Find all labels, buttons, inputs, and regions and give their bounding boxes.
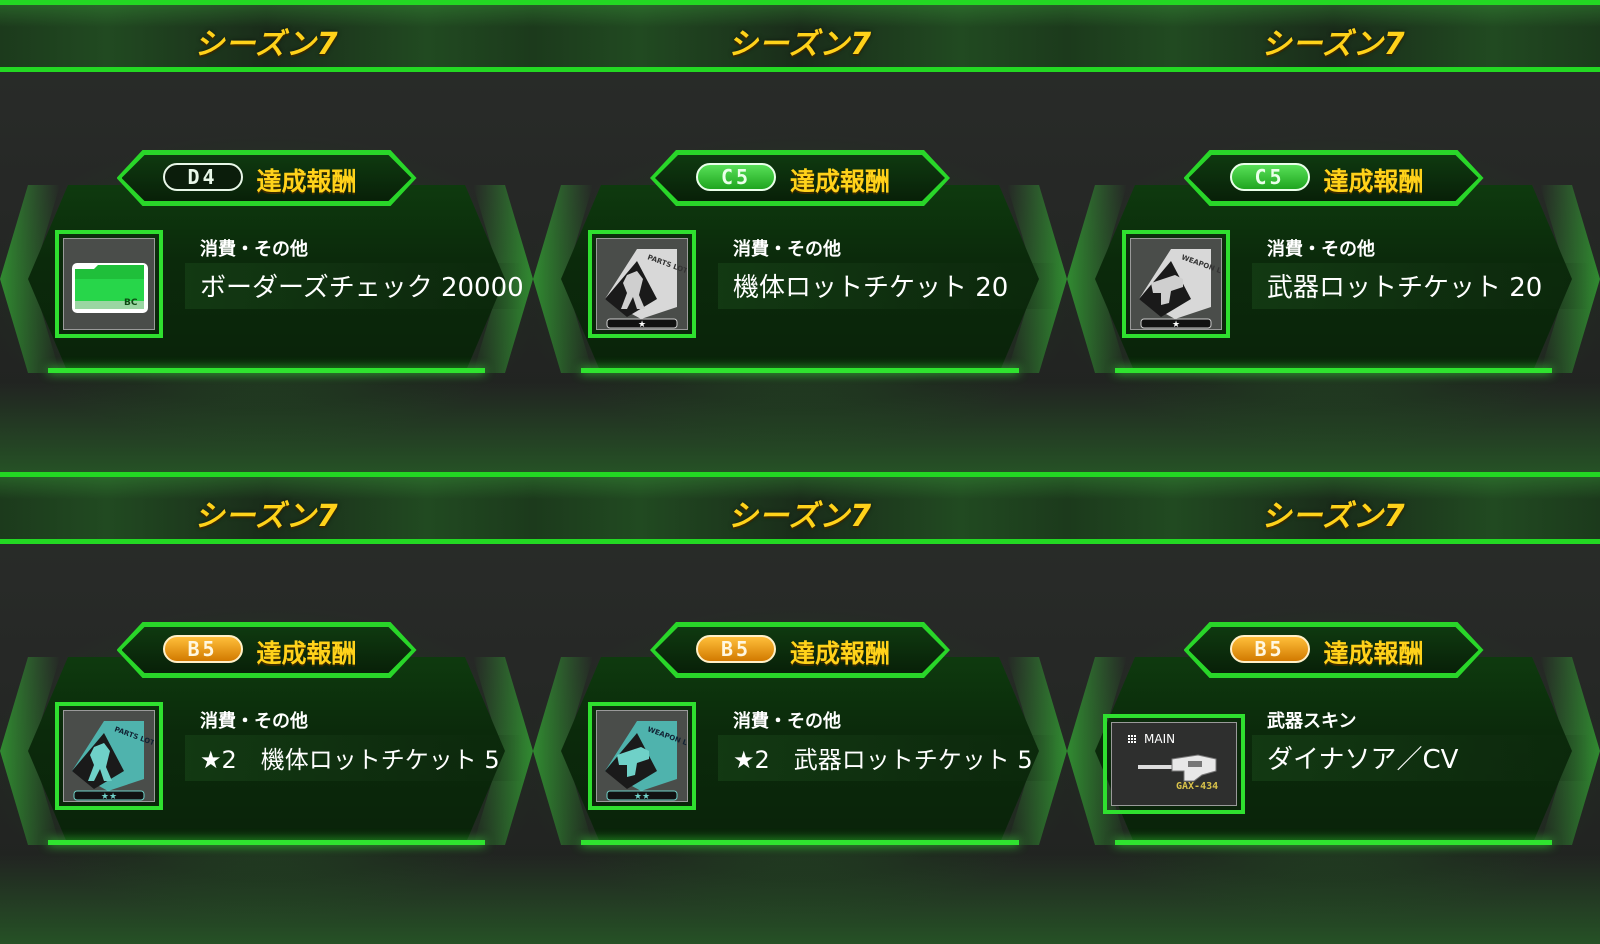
reward-frame: B5 達成報酬 PARTS LOTTO ★★ 消費・その他 ★2 機体ロットチケ…: [0, 622, 533, 852]
rank-badge: B5: [1229, 635, 1310, 663]
weapon-skin-icon[interactable]: MAIN GAX-434: [1103, 714, 1245, 814]
grid-icon: [1128, 735, 1136, 743]
rarity-stars: ★★: [101, 792, 117, 801]
rarity-stars: ★★: [634, 792, 650, 801]
reward-grid: シーズン7 D4 達成報酬 BC 消費・その他 ボーダーズチェック 20000 …: [0, 0, 1600, 944]
item-category: 消費・その他: [733, 711, 841, 732]
item-name: 武器ロットチケット 20: [1267, 273, 1543, 303]
achievement-badge: C5 達成報酬: [650, 150, 950, 206]
reward-frame: B5 達成報酬 WEAPON LOTTO ★★ 消費・その他 ★2 武器ロットチ…: [533, 622, 1067, 852]
achievement-label: 達成報酬: [1323, 167, 1424, 196]
reward-frame: C5 達成報酬 WEAPON LOTTO ★ 消費・その他 武器ロットチケット …: [1067, 150, 1600, 380]
reward-panel: シーズン7 C5 達成報酬 PARTS LOTTO ★ 消費・その他 機体ロット…: [533, 0, 1067, 472]
season-title: シーズン7: [194, 499, 339, 534]
achievement-badge: B5 達成報酬: [1184, 622, 1484, 678]
svg-text:BC: BC: [124, 298, 138, 308]
season-header: シーズン7: [533, 0, 1067, 72]
achievement-badge: D4 達成報酬: [117, 150, 417, 206]
reward-frame: C5 達成報酬 PARTS LOTTO ★ 消費・その他 機体ロットチケット 2…: [533, 150, 1067, 380]
item-name: ダイナソア／CV: [1267, 745, 1459, 775]
achievement-label: 達成報酬: [256, 639, 357, 668]
item-category: 武器スキン: [1267, 711, 1357, 732]
item-name: ★2 武器ロットチケット 5: [733, 746, 1033, 774]
reward-frame: D4 達成報酬 BC 消費・その他 ボーダーズチェック 20000: [0, 150, 533, 380]
item-name: 機体ロットチケット 20: [733, 273, 1009, 303]
season-header: シーズン7: [533, 472, 1067, 544]
achievement-label: 達成報酬: [790, 639, 891, 668]
parts-lotto-ticket-icon[interactable]: PARTS LOTTO ★: [588, 230, 699, 338]
rarity-stars: ★: [638, 320, 646, 329]
achievement-badge: C5 達成報酬: [1184, 150, 1484, 206]
item-category: 消費・その他: [733, 239, 841, 260]
border-check-card-icon[interactable]: BC: [55, 230, 163, 338]
rank-badge: B5: [162, 635, 243, 663]
season-header: シーズン7: [0, 472, 533, 544]
season-title: シーズン7: [1261, 499, 1406, 534]
season-title: シーズン7: [727, 499, 873, 534]
season-header: シーズン7: [0, 0, 533, 72]
weapon-lotto-ticket-icon[interactable]: WEAPON LOTTO ★★: [588, 702, 708, 810]
achievement-badge: B5 達成報酬: [117, 622, 417, 678]
reward-panel: シーズン7 C5 達成報酬 WEAPON LOTTO ★ 消費・その他 武器ロッ…: [1067, 0, 1600, 472]
rarity-stars: ★: [1172, 320, 1180, 329]
item-name: ボーダーズチェック 20000: [200, 273, 524, 303]
achievement-label: 達成報酬: [790, 167, 891, 196]
reward-panel: シーズン7 B5 達成報酬 WEAPON LOTTO ★★ 消費・その他 ★2 …: [533, 472, 1067, 944]
item-name: ★2 機体ロットチケット 5: [200, 746, 500, 774]
reward-frame: B5 達成報酬 MAIN GAX-434 武器スキン ダイナソア／CV: [1067, 622, 1600, 852]
rank-badge: C5: [1229, 163, 1310, 191]
rank-badge: B5: [696, 635, 776, 663]
parts-lotto-ticket-icon[interactable]: PARTS LOTTO ★★: [55, 702, 166, 810]
season-header: シーズン7: [1067, 472, 1600, 544]
rank-badge: C5: [696, 163, 776, 191]
item-category: 消費・その他: [200, 711, 308, 732]
season-title: シーズン7: [1261, 27, 1406, 62]
item-category: 消費・その他: [200, 239, 308, 260]
achievement-badge: B5 達成報酬: [650, 622, 950, 678]
achievement-label: 達成報酬: [1323, 639, 1424, 668]
reward-panel: シーズン7 B5 達成報酬 MAIN GAX-434 武器スキン ダイナソア／C…: [1067, 472, 1600, 944]
rank-badge: D4: [162, 163, 243, 191]
weapon-slot-label: MAIN: [1144, 732, 1175, 746]
season-title: シーズン7: [194, 27, 339, 62]
achievement-label: 達成報酬: [256, 167, 357, 196]
reward-panel: シーズン7 D4 達成報酬 BC 消費・その他 ボーダーズチェック 20000: [0, 0, 533, 472]
season-title: シーズン7: [727, 27, 873, 62]
item-category: 消費・その他: [1267, 239, 1375, 260]
weapon-code: GAX-434: [1176, 781, 1218, 792]
reward-panel: シーズン7 B5 達成報酬 PARTS LOTTO ★★ 消費・その他 ★2 機…: [0, 472, 533, 944]
weapon-lotto-ticket-icon[interactable]: WEAPON LOTTO ★: [1122, 230, 1242, 338]
season-header: シーズン7: [1067, 0, 1600, 72]
